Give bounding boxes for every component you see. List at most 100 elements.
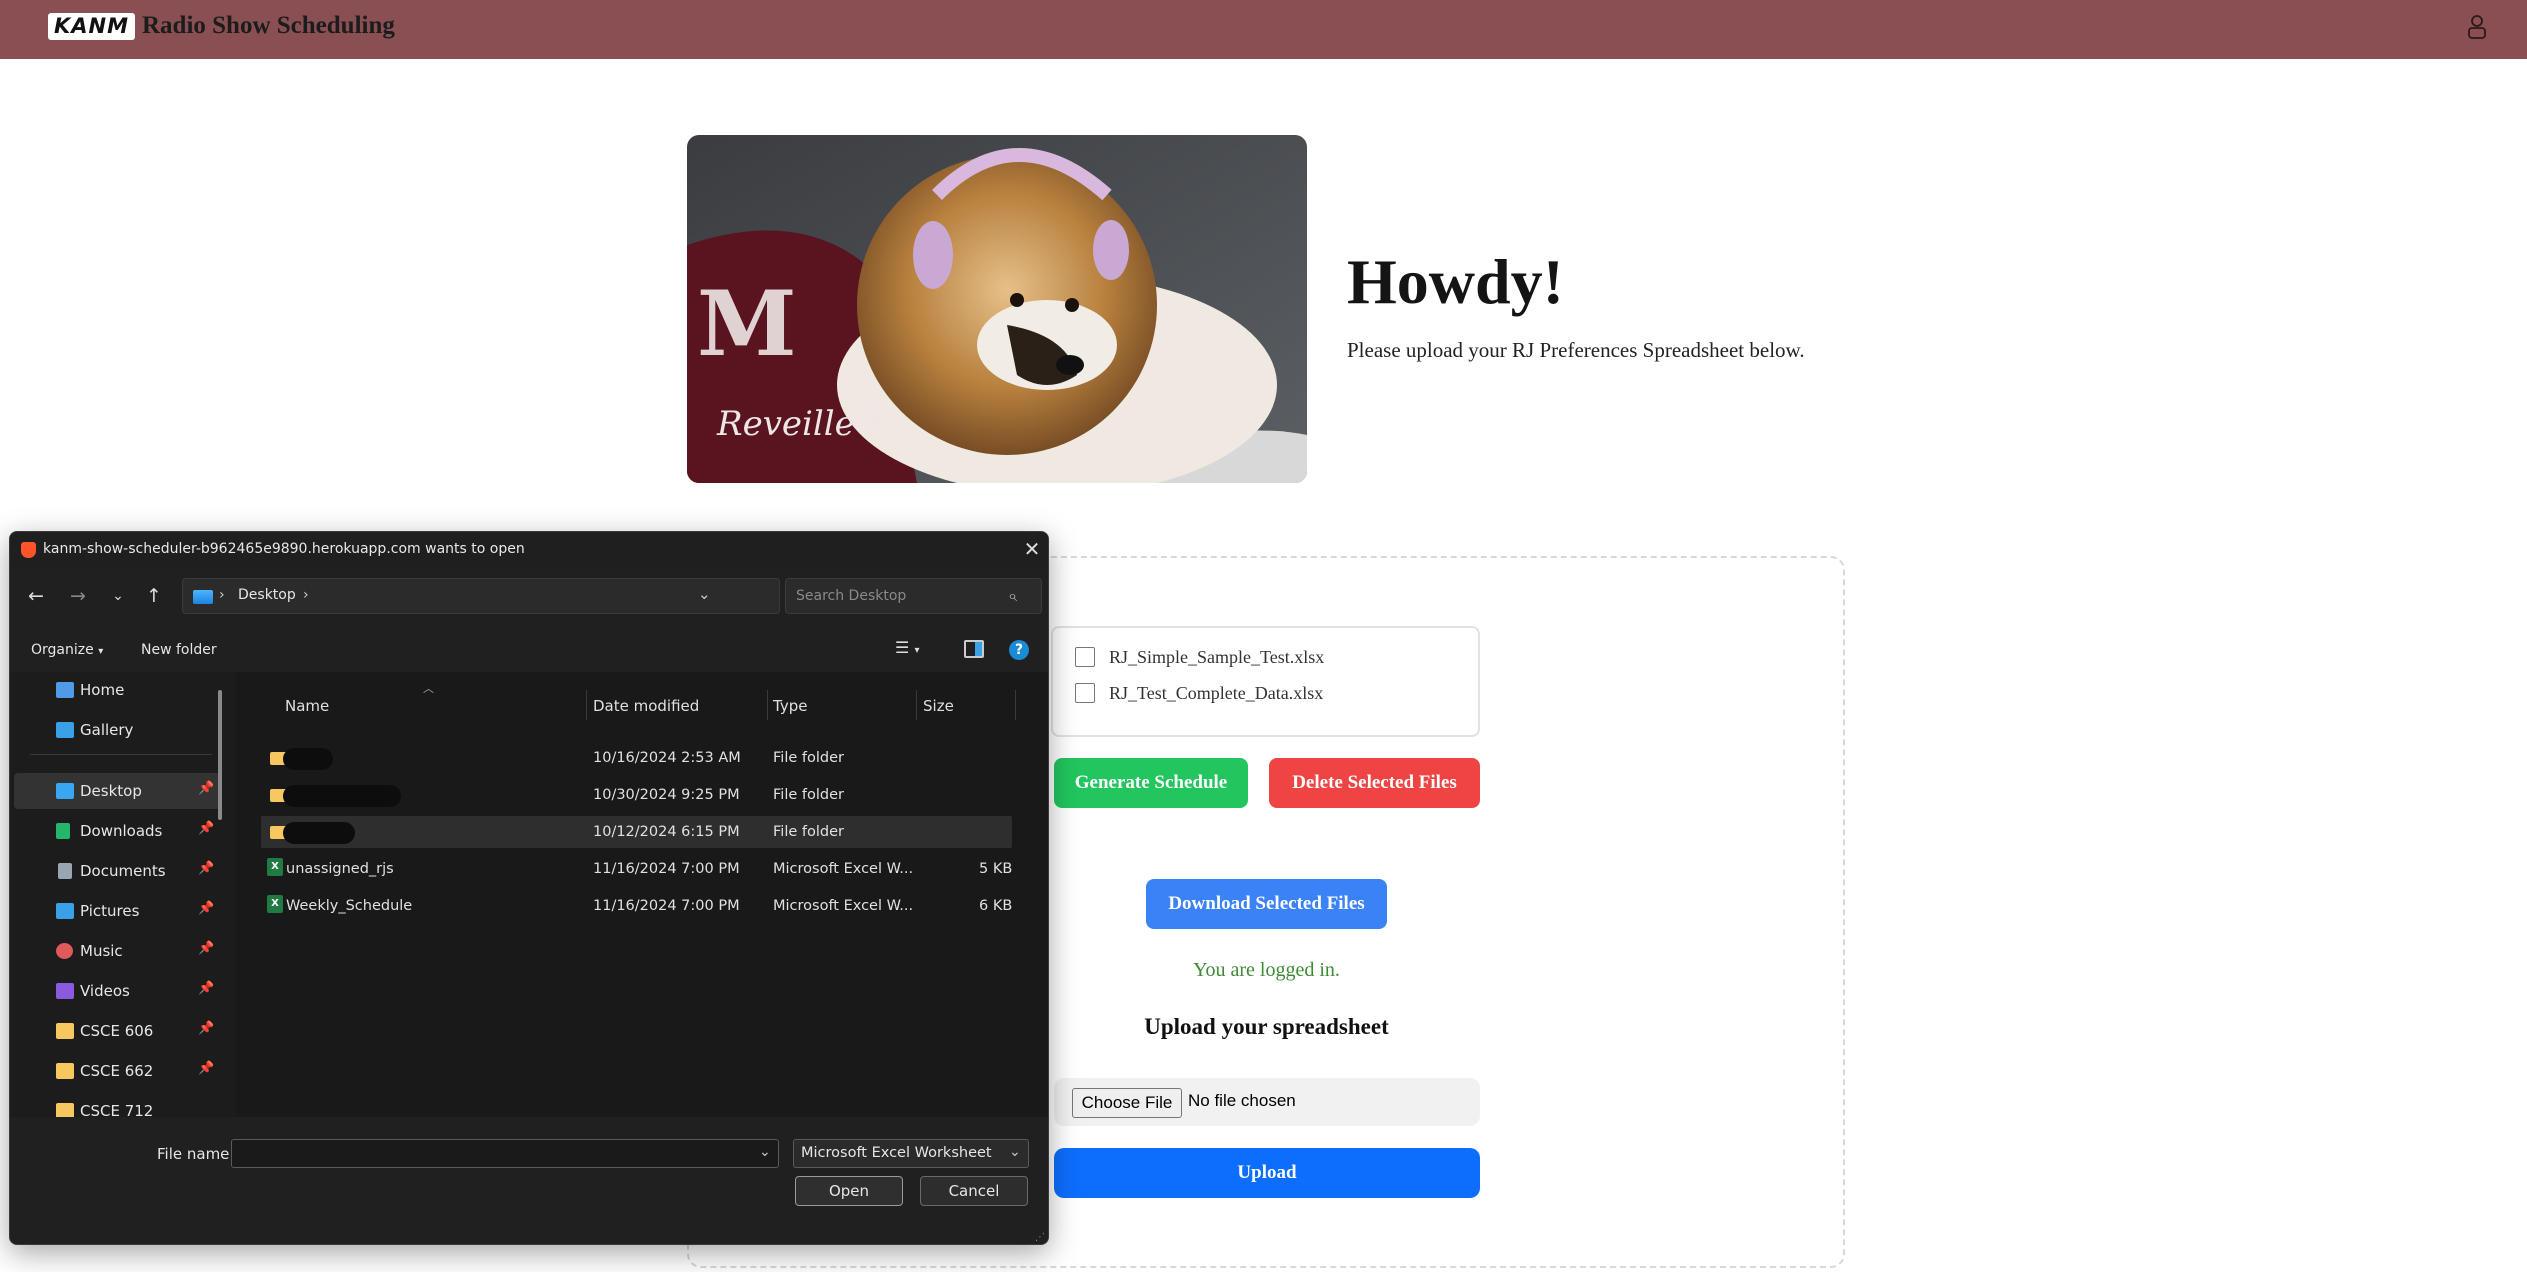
file-date: 11/16/2024 7:00 PM — [593, 861, 740, 877]
view-options-icon[interactable]: ☰ ▾ — [895, 638, 919, 662]
search-input[interactable]: Search Desktop ⌕ — [785, 578, 1042, 614]
breadcrumb-separator-icon[interactable]: › — [303, 587, 309, 603]
delete-selected-files-button[interactable]: Delete Selected Files — [1269, 758, 1480, 808]
brave-browser-icon — [21, 542, 36, 558]
pin-icon[interactable]: 📌 — [198, 781, 214, 796]
generate-schedule-button[interactable]: Generate Schedule — [1054, 758, 1248, 808]
sidebar-item-label: Videos — [80, 982, 130, 1000]
sidebar-item-gallery[interactable]: Gallery — [14, 712, 220, 748]
column-header-date-modified[interactable]: Date modified — [593, 697, 699, 715]
sidebar-divider — [30, 754, 212, 755]
file-name-label: File name: — [157, 1145, 235, 1163]
file-row[interactable]: 10/16/2024 2:53 AM File folder — [261, 742, 1012, 774]
sidebar-item-pictures[interactable]: Pictures 📌 — [14, 893, 220, 929]
chevron-down-icon[interactable]: ⌄ — [759, 1144, 771, 1160]
back-arrow-icon[interactable]: ← — [23, 583, 49, 609]
open-button[interactable]: Open — [795, 1176, 903, 1206]
pin-icon[interactable]: 📌 — [198, 981, 214, 996]
file-open-dialog: kanm-show-scheduler-b962465e9890.herokua… — [9, 531, 1049, 1245]
home-icon — [56, 682, 74, 698]
column-divider[interactable] — [767, 690, 768, 720]
file-checkbox[interactable] — [1075, 683, 1095, 703]
organize-menu[interactable]: Organize ▾ — [31, 642, 103, 658]
folder-icon — [56, 1103, 74, 1117]
page-heading: Howdy! — [1347, 246, 1564, 317]
sidebar-item-label: CSCE 712 — [80, 1102, 154, 1117]
gallery-icon — [56, 722, 74, 738]
file-row[interactable]: X unassigned_rjs 11/16/2024 7:00 PM Micr… — [261, 853, 1012, 885]
file-input[interactable]: Choose File No file chosen — [1054, 1078, 1480, 1126]
column-divider[interactable] — [1015, 690, 1016, 720]
sidebar-item-home[interactable]: Home — [14, 672, 220, 708]
resize-grip-icon[interactable]: ⋰ — [1035, 1232, 1045, 1243]
sort-ascending-icon: ︿ — [423, 682, 434, 695]
choose-file-button[interactable]: Choose File — [1072, 1088, 1182, 1118]
address-bar[interactable]: › Desktop › ⌄ — [182, 578, 780, 614]
desktop-icon — [193, 590, 213, 604]
sidebar-item-label: Home — [80, 681, 125, 699]
file-checkbox[interactable] — [1075, 647, 1095, 667]
up-arrow-icon[interactable]: ↑ — [141, 583, 167, 609]
search-icon[interactable]: ⌕ — [1008, 586, 1017, 606]
upload-button[interactable]: Upload — [1054, 1148, 1480, 1198]
chevron-down-icon[interactable]: ⌄ — [698, 585, 711, 603]
sidebar-item-music[interactable]: Music 📌 — [14, 933, 220, 969]
breadcrumb-separator-icon: › — [219, 587, 225, 603]
file-row[interactable]: 10/12/2024 6:15 PM File folder — [261, 816, 1012, 848]
file-type-selected: Microsoft Excel Worksheet — [801, 1145, 992, 1161]
sidebar-item-csce-606[interactable]: CSCE 606 📌 — [14, 1013, 220, 1049]
close-icon[interactable]: ✕ — [1020, 537, 1044, 561]
column-divider[interactable] — [586, 690, 587, 720]
recent-locations-chevron-icon[interactable]: ⌄ — [105, 583, 131, 609]
file-row[interactable]: 10/30/2024 9:25 PM File folder — [261, 779, 1012, 811]
app-title[interactable]: Radio Show Scheduling — [142, 11, 395, 41]
dialog-titlebar[interactable]: kanm-show-scheduler-b962465e9890.herokua… — [10, 532, 1048, 568]
dialog-title: kanm-show-scheduler-b962465e9890.herokua… — [43, 541, 525, 557]
file-row[interactable]: X Weekly_Schedule 11/16/2024 7:00 PM Mic… — [261, 890, 1012, 922]
file-type: File folder — [773, 824, 844, 840]
redacted-folder-name — [283, 822, 355, 844]
file-type-select[interactable]: Microsoft Excel Worksheet ⌄ — [793, 1139, 1029, 1168]
sidebar-item-label: Downloads — [80, 822, 163, 840]
sidebar-item-csce-662[interactable]: CSCE 662 📌 — [14, 1053, 220, 1089]
file-list-pane: ︿ Name Date modified Type Size 10/16/202… — [236, 672, 1048, 1117]
column-header-size[interactable]: Size — [923, 697, 954, 715]
new-folder-button[interactable]: New folder — [141, 642, 217, 658]
sidebar-item-label: Gallery — [80, 721, 134, 739]
videos-icon — [56, 983, 74, 999]
sidebar-item-videos[interactable]: Videos 📌 — [14, 973, 220, 1009]
user-icon[interactable] — [2464, 13, 2490, 41]
pin-icon[interactable]: 📌 — [198, 1021, 214, 1036]
column-divider[interactable] — [916, 690, 917, 720]
kanm-logo[interactable]: KANM — [48, 13, 135, 40]
sidebar-scrollbar[interactable] — [218, 690, 222, 820]
file-name: RJ_Test_Complete_Data.xlsx — [1109, 682, 1324, 703]
forward-arrow-icon[interactable]: → — [65, 583, 91, 609]
file-name-input[interactable]: ⌄ — [231, 1139, 779, 1168]
help-icon[interactable]: ? — [1009, 640, 1029, 660]
pin-icon[interactable]: 📌 — [198, 941, 214, 956]
sidebar-item-label: Pictures — [80, 902, 140, 920]
file-list-item[interactable]: RJ_Simple_Sample_Test.xlsx — [1075, 645, 1324, 669]
music-icon — [56, 943, 73, 959]
cancel-button[interactable]: Cancel — [920, 1176, 1028, 1206]
pin-icon[interactable]: 📌 — [198, 1061, 214, 1076]
sidebar-item-documents[interactable]: Documents 📌 — [14, 853, 220, 889]
pin-icon[interactable]: 📌 — [198, 901, 214, 916]
preview-pane-icon[interactable] — [964, 640, 984, 658]
download-selected-files-button[interactable]: Download Selected Files — [1146, 879, 1387, 929]
sidebar-item-downloads[interactable]: Downloads 📌 — [14, 813, 220, 849]
pin-icon[interactable]: 📌 — [198, 861, 214, 876]
sidebar-item-csce-712[interactable]: CSCE 712 — [14, 1093, 220, 1117]
folder-icon — [56, 1063, 74, 1079]
column-header-type[interactable]: Type — [773, 697, 807, 715]
pin-icon[interactable]: 📌 — [198, 821, 214, 836]
breadcrumb-desktop[interactable]: Desktop — [238, 587, 296, 603]
sidebar-item-label: Documents — [80, 862, 166, 880]
sidebar-item-desktop[interactable]: Desktop 📌 — [14, 773, 220, 809]
top-navbar: KANM Radio Show Scheduling — [0, 0, 2527, 59]
column-header-name[interactable]: Name — [285, 697, 329, 715]
file-input-status: No file chosen — [1188, 1091, 1296, 1110]
sidebar-item-label: Music — [80, 942, 123, 960]
file-list-item[interactable]: RJ_Test_Complete_Data.xlsx — [1075, 681, 1323, 705]
